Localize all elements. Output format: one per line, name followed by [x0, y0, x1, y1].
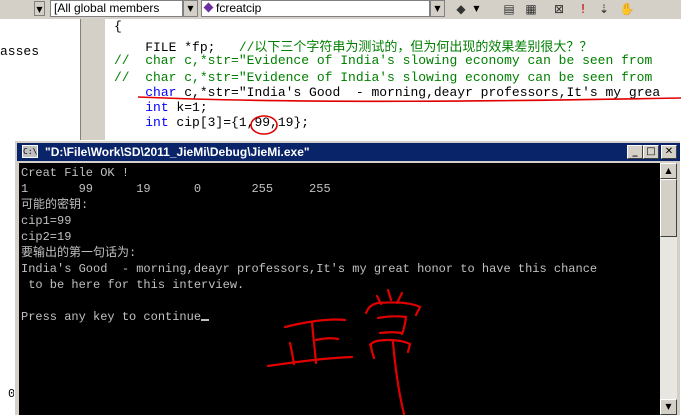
console-app-icon[interactable]: C:\ [22, 145, 38, 158]
function-icon [203, 2, 214, 13]
console-line-text: cip2=19 [21, 230, 72, 244]
execute-icon[interactable]: ! [574, 1, 592, 17]
breakpoint-icon[interactable]: ✋ [618, 1, 636, 17]
code-line: int k=1; [114, 100, 208, 115]
compile-icon[interactable]: ▤ [500, 1, 518, 17]
console-line: cip1=99 [21, 213, 71, 229]
toolbar: ▼ [All global members ▼ fcreatcip ▼ ◆ ▼ … [0, 0, 681, 20]
console-line-text: 1 99 19 0 255 255 [21, 182, 331, 196]
code-line: { [114, 19, 122, 34]
console-line-text: cip1=99 [21, 214, 72, 228]
console-line-text: 要输出的第一句话为: [21, 246, 137, 260]
class-members-combo-value: [All global members [54, 1, 160, 15]
console-title: "D:\File\Work\SD\2011_JieMi\Debug\JieMi.… [45, 145, 310, 159]
code-token: c,*str="India's Good - morning,deayr pro… [176, 85, 661, 100]
close-button[interactable]: ✕ [661, 145, 677, 159]
console-line: India's Good - morning,deayr professors,… [21, 261, 597, 277]
code-line: // char c,*str="Evidence of India's slow… [114, 53, 652, 68]
maximize-button[interactable]: □ [643, 145, 659, 159]
code-token: // char c,*str="Evidence of India's slow… [114, 53, 653, 68]
console-line-text: India's Good - morning,deayr professors,… [21, 262, 598, 276]
go-icon[interactable]: ⇣ [595, 1, 613, 17]
console-line: Press any key to continue [21, 309, 210, 325]
console-line-text: Creat File OK ! [21, 166, 130, 180]
console-title-bar[interactable]: C:\ "D:\File\Work\SD\2011_JieMi\Debug\Ji… [17, 143, 680, 161]
console-line: 可能的密钥: [21, 197, 88, 213]
console-line: Creat File OK ! [21, 165, 129, 181]
code-token: char [145, 85, 177, 100]
toolbar-dropdown-arrow[interactable]: ▼ [34, 1, 45, 16]
scroll-down-button[interactable]: ▼ [660, 399, 677, 415]
console-line-text: 可能的密钥: [21, 198, 89, 212]
class-members-combo-arrow[interactable]: ▼ [183, 0, 198, 17]
console-window[interactable]: C:\ "D:\File\Work\SD\2011_JieMi\Debug\Ji… [14, 140, 681, 416]
code-token: int [145, 100, 169, 115]
build-icon[interactable]: ▦ [522, 1, 540, 17]
console-line: 1 99 19 0 255 255 [21, 181, 331, 197]
function-combo-value: fcreatcip [216, 1, 262, 15]
console-line: cip2=19 [21, 229, 71, 245]
console-line-text: to be here for this interview. [21, 278, 245, 292]
code-line: int cip[3]={1,99,19}; [114, 115, 309, 130]
editor-gutter [81, 19, 105, 149]
wizard-action-icon[interactable]: ◆ [452, 1, 470, 17]
minimize-button[interactable]: _ [627, 145, 643, 159]
code-token: k=1; [168, 100, 208, 115]
function-combo-arrow[interactable]: ▼ [430, 0, 445, 17]
code-line: // char c,*str="Evidence of India's slow… [114, 70, 652, 85]
code-token: cip[3]={1,99,19}; [168, 115, 310, 130]
console-line-text: Press any key to continue [21, 310, 202, 324]
code-token: // char c,*str="Evidence of India's slow… [114, 70, 653, 85]
console-line: to be here for this interview. [21, 277, 244, 293]
console-scrollbar[interactable]: ▲ ▼ [660, 163, 677, 415]
code-line: char c,*str="India's Good - morning,deay… [114, 85, 660, 100]
scroll-up-button[interactable]: ▲ [660, 163, 677, 179]
code-token: { [114, 19, 122, 34]
class-view-label: asses [0, 44, 40, 59]
function-combo[interactable]: fcreatcip [201, 0, 430, 17]
code-token: int [145, 115, 169, 130]
wizard-action-dropdown[interactable]: ▼ [471, 1, 482, 16]
console-cursor [201, 319, 210, 321]
console-output: Creat File OK ! 1 99 19 0 255 255 可能的密钥: ci… [19, 163, 660, 415]
class-members-combo[interactable]: [All global members [50, 0, 183, 17]
stop-build-icon[interactable]: ⊠ [550, 1, 568, 17]
scroll-thumb[interactable] [660, 179, 677, 237]
console-line: 要输出的第一句话为: [21, 245, 136, 261]
